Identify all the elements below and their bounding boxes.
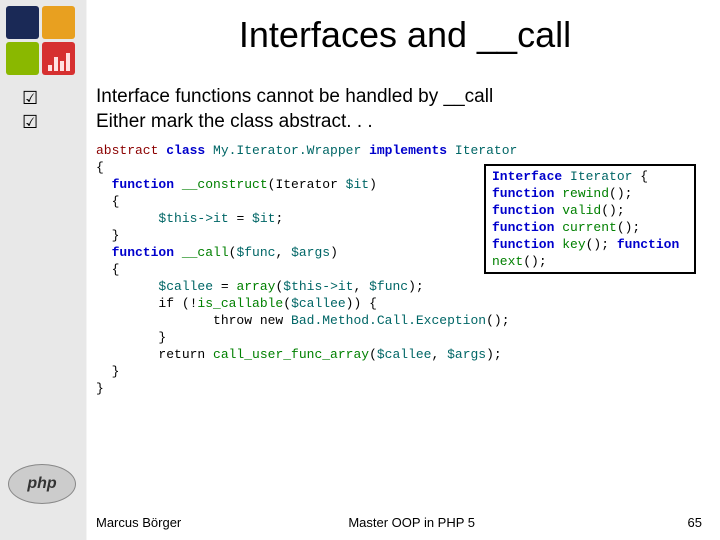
- bullet-line: Interface functions cannot be handled by…: [96, 84, 493, 109]
- bullet-line: Either mark the class abstract. . .: [96, 109, 493, 134]
- footer-page-number: 65: [688, 515, 702, 530]
- checkbox-icon: ☑: [22, 86, 38, 110]
- logo-box-orange: [42, 6, 75, 39]
- slide-title: Interfaces and __call: [0, 0, 720, 56]
- bullet-text-block: Interface functions cannot be handled by…: [96, 84, 493, 134]
- logo-box-navy: [6, 6, 39, 39]
- logo-box-red-chart: [42, 42, 75, 75]
- php-logo-text: php: [27, 475, 56, 493]
- interface-definition-box: Interface Iterator { function rewind(); …: [484, 164, 696, 274]
- footer-author: Marcus Börger: [96, 515, 181, 530]
- logo: [6, 6, 78, 78]
- logo-box-green: [6, 42, 39, 75]
- footer: Marcus Börger Master OOP in PHP 5 65: [96, 515, 702, 530]
- checkbox-icon: ☑: [22, 110, 38, 134]
- code-block: abstract class My.Iterator.Wrapper imple…: [96, 142, 517, 397]
- bullet-marks: ☑ ☑: [22, 86, 38, 134]
- footer-course: Master OOP in PHP 5: [348, 515, 475, 530]
- php-logo: php: [8, 464, 76, 504]
